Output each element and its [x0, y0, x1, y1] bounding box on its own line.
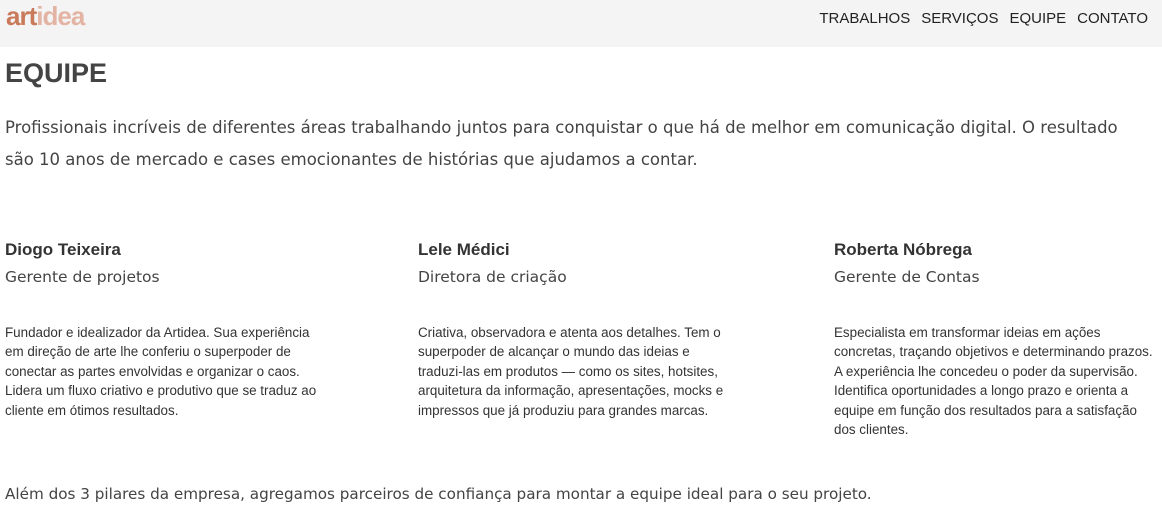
- partners-note: Além dos 3 pilares da empresa, agregamos…: [5, 485, 872, 503]
- member-name: Roberta Nóbrega: [834, 240, 972, 259]
- top-navigation-bar: artidea TRABALHOS SERVIÇOS EQUIPE CONTAT…: [0, 0, 1162, 47]
- logo-text-idea: idea: [36, 1, 85, 31]
- member-bio: Fundador e idealizador da Artidea. Sua e…: [5, 325, 317, 418]
- team-member-card: Lele Médici Diretora de criação Criativa…: [418, 238, 748, 420]
- member-bio: Especialista em transformar ideias em aç…: [834, 325, 1153, 438]
- member-name: Lele Médici: [418, 240, 510, 259]
- member-name: Diogo Teixeira: [5, 240, 121, 259]
- nav-link-contato[interactable]: CONTATO: [1077, 10, 1148, 27]
- logo-text-art: art: [6, 1, 37, 31]
- main-nav: TRABALHOS SERVIÇOS EQUIPE CONTATO: [819, 10, 1148, 27]
- nav-link-servicos[interactable]: SERVIÇOS: [921, 10, 998, 27]
- nav-link-trabalhos[interactable]: TRABALHOS: [819, 10, 910, 27]
- artidea-logo[interactable]: artidea: [6, 1, 85, 31]
- intro-paragraph: Profissionais incríveis de diferentes ár…: [5, 118, 1118, 169]
- page-title: EQUIPE: [5, 58, 108, 88]
- team-member-card: Roberta Nóbrega Gerente de Contas Especi…: [834, 238, 1162, 439]
- member-role: Gerente de projetos: [5, 268, 160, 286]
- nav-link-equipe[interactable]: EQUIPE: [1009, 10, 1066, 27]
- member-role: Gerente de Contas: [834, 268, 980, 286]
- member-bio: Criativa, observadora e atenta aos detal…: [418, 325, 724, 418]
- member-role: Diretora de criação: [418, 268, 567, 286]
- team-member-card: Diogo Teixeira Gerente de projetos Funda…: [5, 238, 335, 420]
